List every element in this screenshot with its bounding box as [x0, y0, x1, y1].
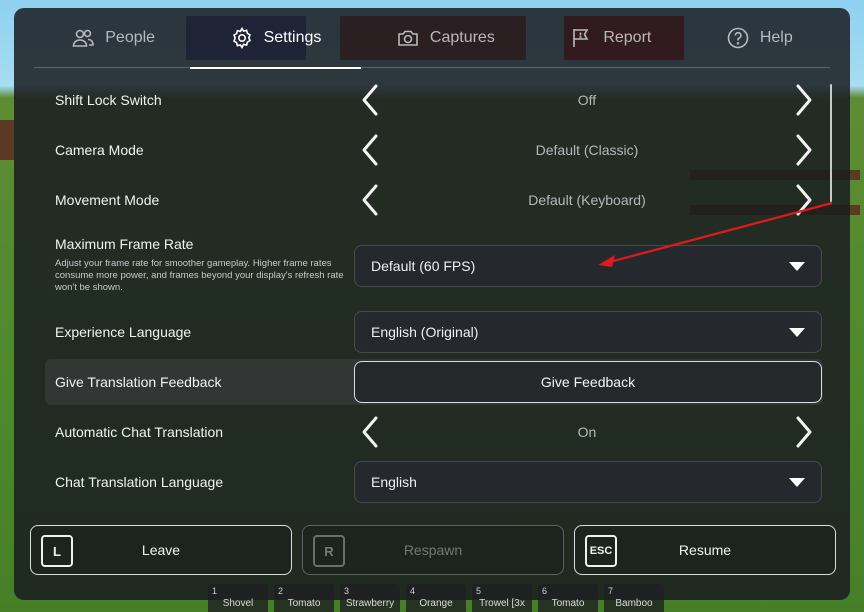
gear-icon [232, 26, 251, 49]
tab-label: Help [759, 28, 793, 46]
camera-mode-stepper: Default (Classic) [354, 126, 820, 174]
shift-lock-next-button[interactable] [788, 80, 820, 120]
camera-mode-next-button[interactable] [788, 130, 820, 170]
chevron-right-icon [796, 416, 812, 448]
experience-language-dropdown[interactable]: English (Original) [354, 311, 822, 353]
setting-row-camera-mode: Camera Mode Default (Classic) [44, 126, 824, 174]
auto-chat-translation-stepper: On [354, 408, 820, 456]
give-feedback-button[interactable]: Give Feedback [354, 361, 822, 403]
setting-row-auto-chat-translation: Automatic Chat Translation On [44, 408, 824, 456]
shift-lock-prev-button[interactable] [354, 80, 386, 120]
setting-row-shift-lock: Shift Lock Switch Off [44, 76, 824, 124]
hotbar-slot[interactable]: 6 Tomato [538, 584, 598, 612]
dropdown-value: English [371, 474, 417, 490]
fence-post [0, 120, 14, 160]
settings-list: Shift Lock Switch Off Camera Mode Defaul… [44, 76, 824, 508]
setting-label: Maximum Frame Rate [55, 236, 194, 252]
setting-label: Automatic Chat Translation [55, 424, 224, 440]
menu-action-bar: L Leave R Respawn ESC Resume [30, 525, 836, 575]
hotbar-slot[interactable]: 2 Tomato [274, 584, 334, 612]
setting-row-chat-translation-language: Chat Translation Language English [44, 458, 824, 506]
people-icon [72, 29, 95, 47]
setting-label: Chat Translation Language [55, 474, 224, 490]
dropdown-value: English (Original) [371, 324, 479, 340]
camera-mode-prev-button[interactable] [354, 130, 386, 170]
movement-mode-next-button[interactable] [788, 180, 820, 220]
chevron-left-icon [362, 134, 378, 166]
auto-chat-translation-value: On [577, 424, 597, 440]
chevron-right-icon [796, 184, 812, 216]
tab-label: People [105, 28, 156, 46]
tab-people[interactable]: People [61, 8, 165, 68]
leave-button[interactable]: L Leave [30, 525, 292, 575]
auto-chat-translation-prev-button[interactable] [354, 412, 386, 452]
chevron-right-icon [796, 134, 812, 166]
camera-mode-value: Default (Classic) [535, 142, 639, 158]
inventory-hotbar: 1 Shovel 2 Tomato 3 Strawberry 4 Orange 5 Tro… [208, 584, 664, 612]
setting-label: Movement Mode [55, 192, 160, 208]
setting-description: Adjust your frame rate for smoother game… [55, 258, 344, 293]
auto-chat-translation-next-button[interactable] [788, 412, 820, 452]
hotbar-slot[interactable]: 4 Orange [406, 584, 466, 612]
setting-row-translation-feedback: Give Translation Feedback Give Feedback [44, 359, 824, 405]
tab-help[interactable]: Help [716, 8, 803, 68]
max-frame-rate-dropdown[interactable]: Default (60 FPS) [354, 245, 822, 287]
chevron-left-icon [362, 184, 378, 216]
resume-button[interactable]: ESC Resume [574, 525, 836, 575]
movement-mode-prev-button[interactable] [354, 180, 386, 220]
movement-mode-value: Default (Keyboard) [528, 192, 646, 208]
caret-down-icon [789, 261, 805, 271]
hotbar-slot[interactable]: 1 Shovel [208, 584, 268, 612]
chevron-left-icon [362, 84, 378, 116]
camera-icon [398, 30, 418, 46]
setting-label: Shift Lock Switch [55, 92, 162, 108]
setting-label: Experience Language [55, 324, 192, 340]
tab-report[interactable]: Report [559, 8, 661, 68]
hotbar-slot[interactable]: 5 Trowel [3x [472, 584, 532, 612]
chat-translation-language-dropdown[interactable]: English [354, 461, 822, 503]
chevron-right-icon [796, 84, 812, 116]
flag-icon [573, 28, 589, 47]
setting-label: Camera Mode [55, 142, 144, 158]
keycap-r: R [313, 535, 345, 567]
menu-tabs: People Settings Captures Report Help [34, 8, 830, 69]
help-icon [727, 27, 749, 48]
caret-down-icon [789, 327, 805, 337]
movement-mode-stepper: Default (Keyboard) [354, 176, 820, 224]
shift-lock-value: Off [577, 92, 597, 108]
setting-label: Give Translation Feedback [55, 374, 222, 390]
tab-settings[interactable]: Settings [189, 8, 362, 69]
shift-lock-stepper: Off [354, 76, 820, 124]
tab-label: Settings [263, 28, 322, 46]
tab-captures[interactable]: Captures [386, 8, 505, 68]
settings-scrollbar[interactable] [830, 84, 832, 202]
hotbar-slot[interactable]: 3 Strawberry [340, 584, 400, 612]
caret-down-icon [789, 477, 805, 487]
chevron-left-icon [362, 416, 378, 448]
keycap-l: L [41, 535, 73, 567]
dropdown-value: Default (60 FPS) [371, 258, 476, 274]
setting-row-max-frame-rate: Maximum Frame Rate Adjust your frame rat… [44, 232, 824, 296]
tab-label: Captures [429, 28, 495, 46]
tab-label: Report [603, 28, 652, 46]
hotbar-slot[interactable]: 7 Bamboo [604, 584, 664, 612]
setting-row-movement-mode: Movement Mode Default (Keyboard) [44, 176, 824, 224]
setting-row-experience-language: Experience Language English (Original) [44, 308, 824, 356]
respawn-button[interactable]: R Respawn [302, 525, 564, 575]
keycap-esc: ESC [585, 535, 617, 567]
